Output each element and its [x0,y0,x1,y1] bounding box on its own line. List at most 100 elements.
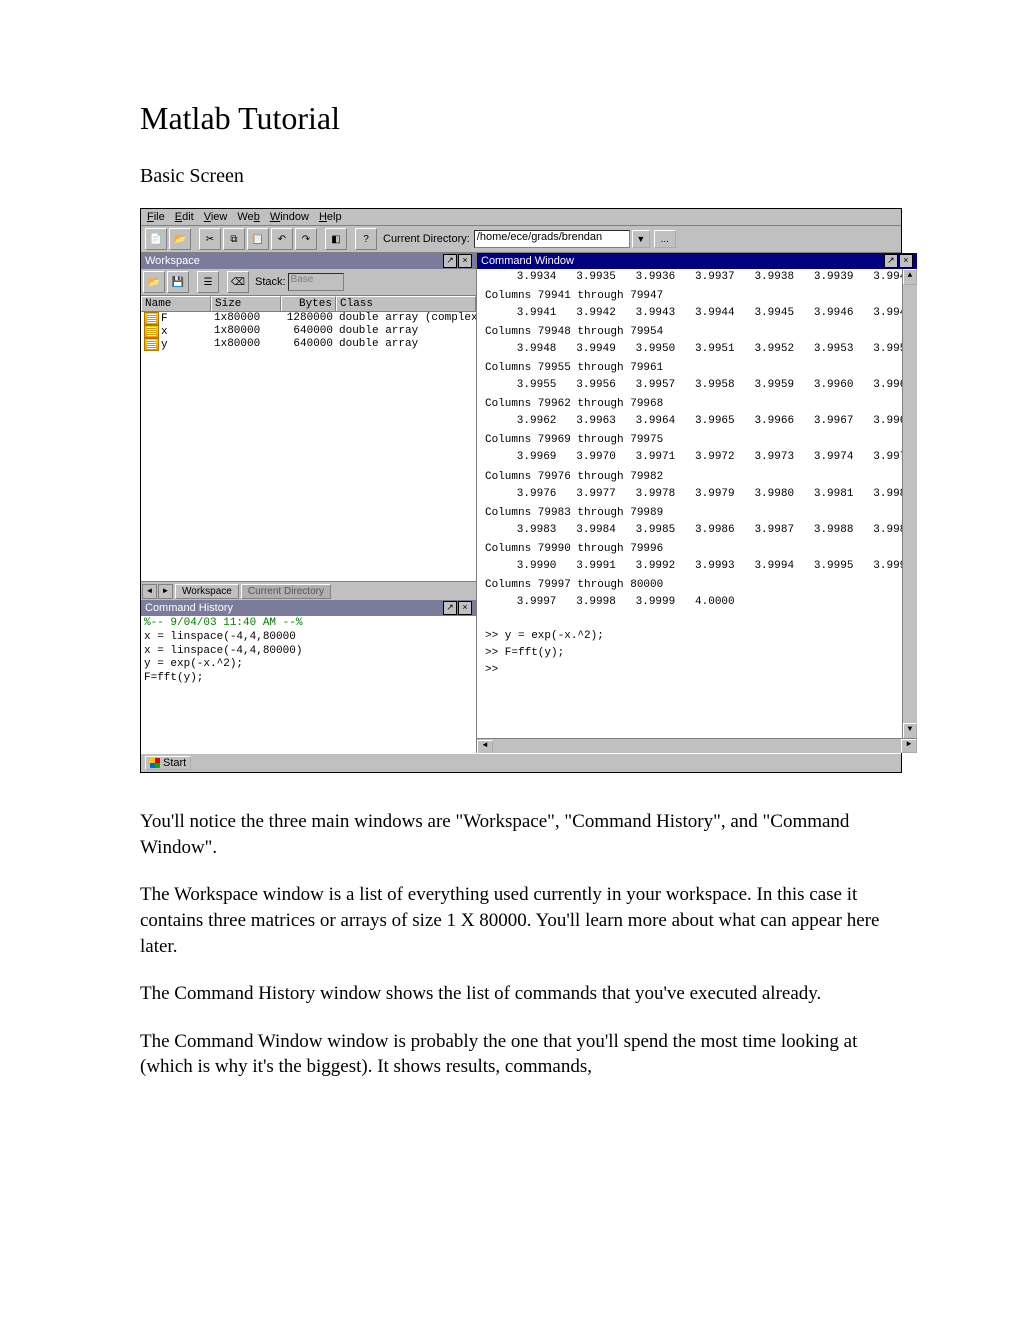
matlab-window: File Edit View Web Window Help 📄 📂 ✂ ⧉ 📋… [140,208,902,773]
menu-window[interactable]: Window [270,211,309,223]
open-file-icon[interactable]: 📂 [169,228,191,250]
output-row: 3.9976 3.9977 3.9978 3.9979 3.9980 3.998… [485,486,913,503]
history-undock-icon[interactable]: ↗ [443,601,457,615]
help-icon[interactable]: ? [355,228,377,250]
command-line: >> F=fft(y); [485,645,913,662]
current-directory-dropdown-icon[interactable]: ▼ [632,230,650,248]
variable-icon [144,325,159,338]
copy-icon[interactable]: ⧉ [223,228,245,250]
current-directory-label: Current Directory: [383,233,470,245]
col-class[interactable]: Class [336,296,476,311]
start-label: Start [163,757,186,769]
tab-current-directory[interactable]: Current Directory [241,584,331,599]
history-line[interactable]: x = linspace(-4,4,80000) [144,645,473,659]
command-window-titlebar: Command Window ↗ × [477,253,917,269]
output-row: 3.9990 3.9991 3.9992 3.9993 3.9994 3.999… [485,558,913,575]
menu-web[interactable]: Web [237,211,259,223]
paragraph-1: You'll notice the three main windows are… [140,809,880,860]
command-window-undock-icon[interactable]: ↗ [884,254,898,268]
current-directory-input[interactable]: /home/ece/grads/brendan [474,230,630,248]
command-line: >> y = exp(-x.^2); [485,628,913,645]
variable-icon [144,312,159,325]
output-row: 3.9962 3.9963 3.9964 3.9965 3.9966 3.996… [485,413,913,430]
simulink-icon[interactable]: ◧ [325,228,347,250]
columns-header: Columns 79955 through 79961 [485,360,913,377]
menu-file[interactable]: File [147,211,165,223]
paragraph-3: The Command History window shows the lis… [140,981,880,1007]
output-row: 3.9934 3.9935 3.9936 3.9937 3.9938 3.993… [485,269,913,286]
tab-scroll-left-icon[interactable]: ◄ [142,584,157,599]
matlab-logo-icon [150,758,160,768]
stack-dropdown[interactable]: Base [288,273,344,291]
history-line[interactable]: %-- 9/04/03 11:40 AM --% [144,617,473,631]
ws-print-icon[interactable]: ☰ [197,271,219,293]
horizontal-scrollbar[interactable]: ◄ ► [477,738,917,753]
columns-header: Columns 79948 through 79954 [485,324,913,341]
table-row[interactable]: x1x80000640000double array [141,325,476,338]
col-size[interactable]: Size [211,296,281,311]
ws-save-icon[interactable]: 💾 [167,271,189,293]
browse-directory-button[interactable]: ... [654,230,676,248]
main-toolbar: 📄 📂 ✂ ⧉ 📋 ↶ ↷ ◧ ? Current Directory: /ho… [141,226,901,253]
paste-icon[interactable]: 📋 [247,228,269,250]
cut-icon[interactable]: ✂ [199,228,221,250]
output-row: 3.9969 3.9970 3.9971 3.9972 3.9973 3.997… [485,449,913,466]
history-line[interactable]: x = linspace(-4,4,80000 [144,631,473,645]
paragraph-4: The Command Window window is probably th… [140,1029,880,1080]
columns-header: Columns 79983 through 79989 [485,505,913,522]
output-row: 3.9941 3.9942 3.9943 3.9944 3.9945 3.994… [485,305,913,322]
redo-icon[interactable]: ↷ [295,228,317,250]
stack-label: Stack: [255,276,286,288]
tab-workspace[interactable]: Workspace [175,584,239,599]
undo-icon[interactable]: ↶ [271,228,293,250]
output-row: 3.9983 3.9984 3.9985 3.9986 3.9987 3.998… [485,522,913,539]
history-body[interactable]: %-- 9/04/03 11:40 AM --%x = linspace(-4,… [141,616,476,753]
ws-delete-icon[interactable]: ⌫ [227,271,249,293]
status-bar: Start [141,753,901,772]
history-line[interactable]: F=fft(y); [144,672,473,686]
col-name[interactable]: Name [141,296,211,311]
columns-header: Columns 79962 through 79968 [485,396,913,413]
history-close-icon[interactable]: × [458,601,472,615]
paragraph-2: The Workspace window is a list of everyt… [140,882,880,959]
output-row: 3.9997 3.9998 3.9999 4.0000 [485,594,913,611]
columns-header: Columns 79990 through 79996 [485,541,913,558]
command-window-body[interactable]: 3.9934 3.9935 3.9936 3.9937 3.9938 3.993… [477,269,917,753]
scroll-right-icon[interactable]: ► [901,739,917,753]
menu-edit[interactable]: Edit [175,211,194,223]
variable-icon [144,338,159,351]
workspace-toolbar: 📂 💾 ☰ ⌫ Stack: Base [141,269,476,296]
output-row: 3.9948 3.9949 3.9950 3.9951 3.9952 3.995… [485,341,913,358]
history-line[interactable]: y = exp(-x.^2); [144,658,473,672]
ws-open-icon[interactable]: 📂 [143,271,165,293]
menu-bar: File Edit View Web Window Help [141,209,901,226]
workspace-titlebar: Workspace ↗ × [141,253,476,269]
new-file-icon[interactable]: 📄 [145,228,167,250]
command-window-close-icon[interactable]: × [899,254,913,268]
workspace-close-icon[interactable]: × [458,254,472,268]
doc-subtitle: Basic Screen [140,165,880,188]
vertical-scrollbar[interactable]: ▲ ▼ [902,269,917,739]
menu-view[interactable]: View [204,211,228,223]
workspace-tabs: ◄ ► Workspace Current Directory [141,581,476,600]
workspace-undock-icon[interactable]: ↗ [443,254,457,268]
history-title: Command History [145,602,233,614]
menu-help[interactable]: Help [319,211,342,223]
columns-header: Columns 79941 through 79947 [485,288,913,305]
start-button[interactable]: Start [145,756,191,770]
columns-header: Columns 79969 through 79975 [485,432,913,449]
doc-title: Matlab Tutorial [140,100,880,137]
tab-scroll-right-icon[interactable]: ► [158,584,173,599]
col-bytes[interactable]: Bytes [281,296,336,311]
command-line: >> [485,662,913,679]
output-row: 3.9955 3.9956 3.9957 3.9958 3.9959 3.996… [485,377,913,394]
columns-header: Columns 79976 through 79982 [485,469,913,486]
columns-header: Columns 79997 through 80000 [485,577,913,594]
workspace-title: Workspace [145,255,200,267]
scroll-up-icon[interactable]: ▲ [903,269,917,285]
workspace-table: Name Size Bytes Class F1x800001280000dou… [141,296,476,581]
table-row[interactable]: F1x800001280000double array (complex) [141,312,476,325]
scroll-left-icon[interactable]: ◄ [477,740,493,753]
scroll-down-icon[interactable]: ▼ [903,723,917,739]
table-row[interactable]: y1x80000640000double array [141,338,476,351]
